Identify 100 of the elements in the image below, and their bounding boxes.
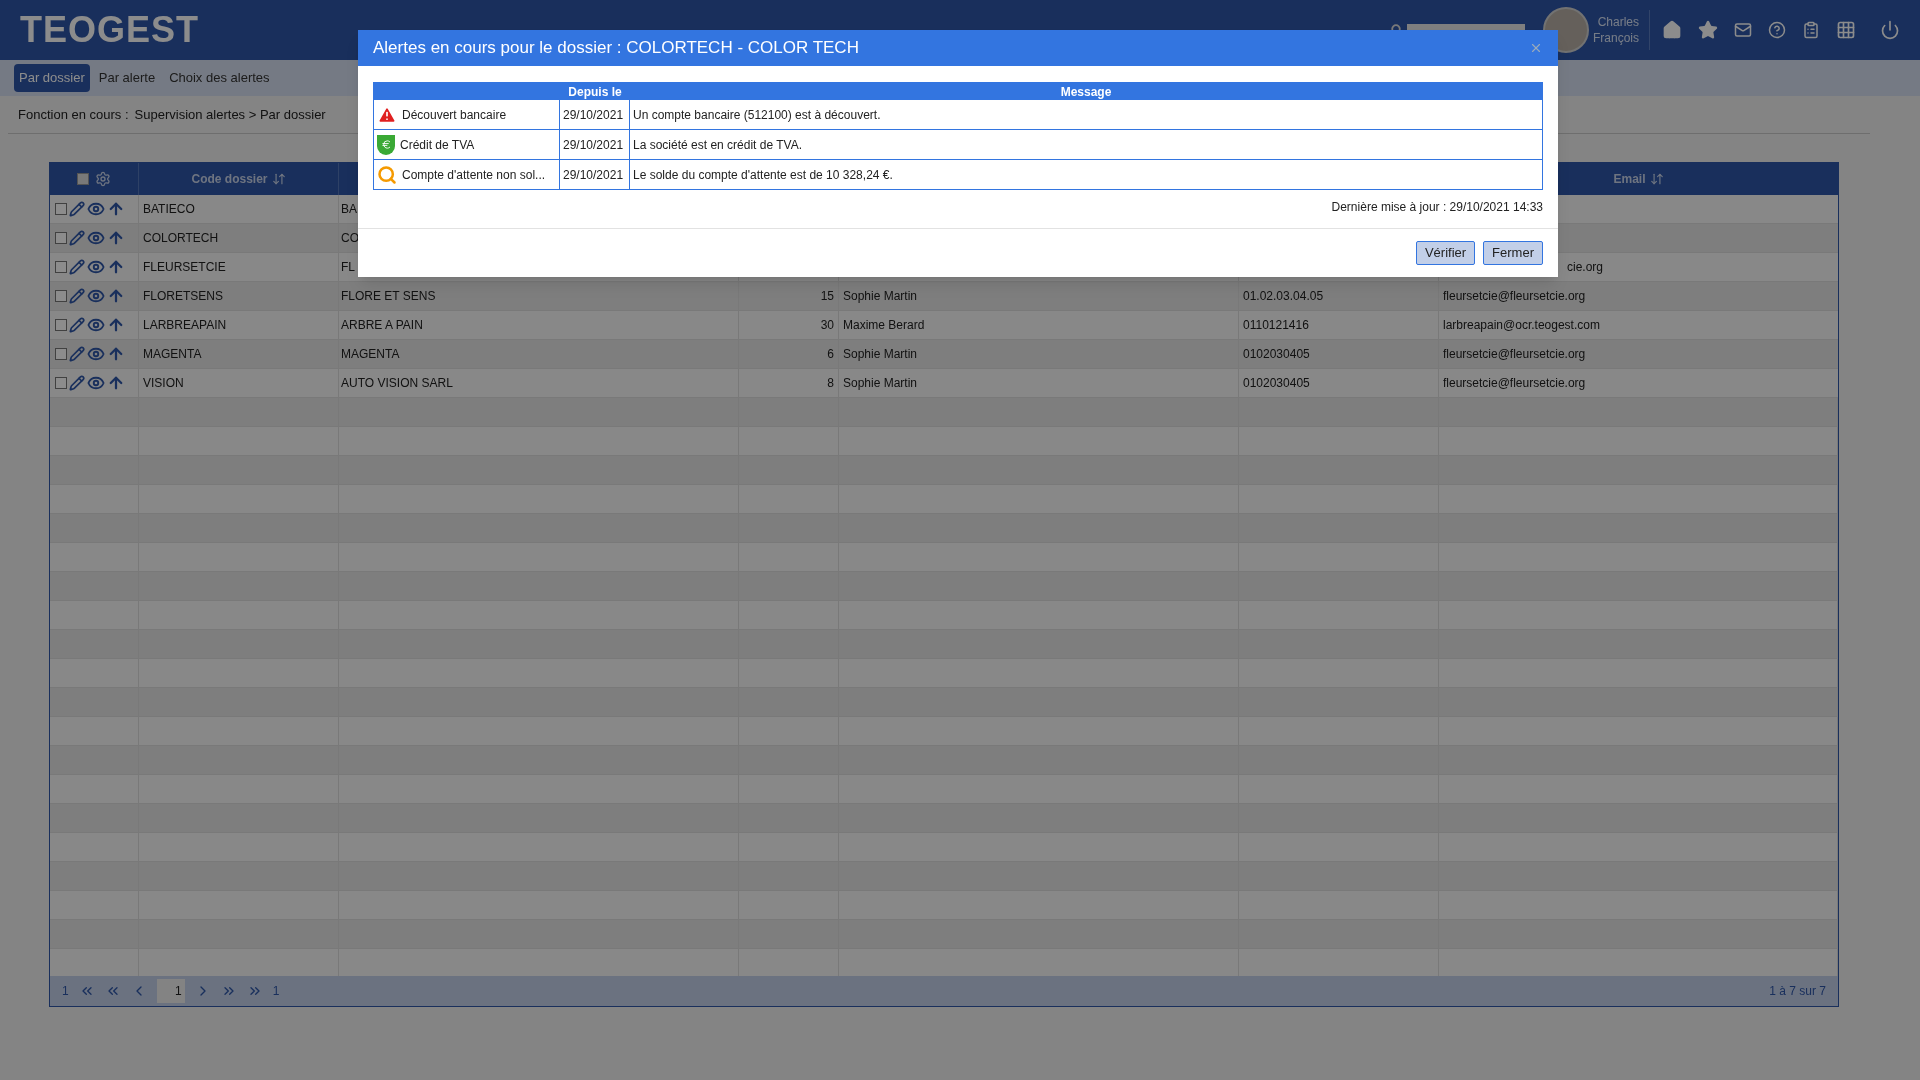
- table-cell-text: AUTO VISION SARL: [341, 375, 453, 392]
- edit-icon[interactable]: [69, 259, 85, 275]
- table-cell-text: fleursetcie@fleursetcie.org: [1443, 346, 1586, 363]
- table-cell-text: BA: [341, 201, 357, 218]
- table-cell-text: COLORTECH: [143, 230, 219, 247]
- mail-icon[interactable]: [1734, 21, 1752, 39]
- upload-icon[interactable]: [107, 287, 125, 305]
- edit-icon[interactable]: [69, 230, 85, 246]
- table-cell-text: fleursetcie@fleursetcie.org: [1443, 288, 1586, 305]
- table-cell-text: 29/10/2021: [563, 166, 624, 184]
- table-cell-text: Un compte bancaire (512100) est à découvert.: [633, 106, 881, 124]
- view-icon[interactable]: [87, 316, 105, 334]
- table-cell-text: BATIECO: [143, 201, 195, 218]
- column-header: Message: [1059, 84, 1113, 99]
- magnifier-icon: [377, 164, 397, 185]
- table-cell-text: Sophie Martin: [843, 288, 918, 305]
- edit-icon[interactable]: [69, 375, 85, 391]
- power-icon[interactable]: [1880, 20, 1900, 40]
- table-cell-text: fleursetcie@fleursetcie.org: [1443, 375, 1586, 392]
- user-first-name: Charles: [1597, 14, 1639, 30]
- table-cell-text: FLORETSENS: [143, 288, 223, 305]
- table-cell-text: Compte d'attente non sol...: [402, 166, 546, 184]
- table-cell-text: CO: [341, 230, 359, 247]
- row-checkbox[interactable]: [55, 348, 67, 360]
- view-icon[interactable]: [87, 374, 105, 392]
- table-cell-text: FLORE ET SENS: [341, 288, 436, 305]
- upload-icon[interactable]: [107, 374, 125, 392]
- table-cell-text: ARBRE A PAIN: [341, 317, 423, 334]
- record-count: 1 à 7 sur 7: [1769, 983, 1826, 1000]
- table-cell-text: Découvert bancaire: [402, 106, 507, 124]
- table-cell-text: 0102030405: [1243, 346, 1310, 363]
- upload-icon[interactable]: [107, 316, 125, 334]
- grid-icon[interactable]: [1836, 20, 1856, 40]
- breadcrumb-path: Supervision alertes > Par dossier: [134, 105, 326, 124]
- table-cell-text: cie.org: [1567, 259, 1604, 276]
- select-all-checkbox[interactable]: [77, 173, 89, 185]
- row-checkbox[interactable]: [55, 232, 67, 244]
- table-cell-text: 29/10/2021: [563, 106, 624, 124]
- logo: TEOGEST: [20, 8, 200, 52]
- table-cell-text: 0102030405: [1243, 375, 1310, 392]
- table-cell-text: Sophie Martin: [843, 375, 918, 392]
- dialog-title: Alertes en cours pour le dossier : COLORTECH - COLOR TECH: [373, 37, 859, 60]
- tab[interactable]: Par dossier: [14, 64, 90, 92]
- view-icon[interactable]: [87, 287, 105, 305]
- edit-icon[interactable]: [69, 317, 85, 333]
- upload-icon[interactable]: [107, 345, 125, 363]
- dialog-button[interactable]: Vérifier: [1415, 241, 1476, 265]
- page-field[interactable]: 1: [156, 979, 185, 1003]
- table-cell-text: 0110121416: [1243, 317, 1309, 334]
- table-cell-text: 8: [827, 375, 834, 392]
- table-cell-text: 30: [820, 317, 834, 334]
- money-bag-icon: [377, 134, 395, 155]
- table-cell-text: Le solde du compte d'attente est de 10 328,24 €.: [633, 166, 893, 184]
- edit-icon[interactable]: [69, 288, 85, 304]
- home-icon[interactable]: [1662, 20, 1682, 40]
- tab[interactable]: Choix des alertes: [164, 64, 275, 92]
- table-cell-text: 6: [827, 346, 834, 363]
- upload-icon[interactable]: [107, 258, 125, 276]
- help-icon[interactable]: [1768, 21, 1786, 39]
- gears-icon[interactable]: [95, 171, 111, 187]
- row-checkbox[interactable]: [55, 290, 67, 302]
- edit-icon[interactable]: [69, 346, 85, 362]
- dialog-button[interactable]: Fermer: [1483, 241, 1543, 265]
- table-cell-text: Sophie Martin: [843, 346, 918, 363]
- table-cell-text: LARBREAPAIN: [143, 317, 227, 334]
- table-cell-text: 15: [820, 288, 834, 305]
- column-header: Depuis le: [567, 84, 623, 99]
- column-header[interactable]: Email: [1439, 163, 1838, 195]
- first-page-number: 1: [62, 983, 69, 1000]
- row-checkbox[interactable]: [55, 319, 67, 331]
- row-checkbox[interactable]: [55, 203, 67, 215]
- table-cell-text: La société est en crédit de TVA.: [633, 136, 802, 154]
- table-cell-text: VISION: [143, 375, 184, 392]
- table-cell-text: FL: [341, 259, 355, 276]
- table-cell-text: Maxime Berard: [843, 317, 925, 334]
- tab[interactable]: Par alerte: [93, 64, 161, 92]
- sort-icon[interactable]: [1649, 172, 1664, 186]
- last-update-text: Dernière mise à jour : 29/10/2021 14:33: [1331, 199, 1543, 216]
- table-cell-text: larbreapain@ocr.teogest.com: [1443, 317, 1600, 334]
- table-cell-text: FLEURSETCIE: [143, 259, 226, 276]
- last-page-number: 1: [272, 983, 280, 1000]
- view-icon[interactable]: [87, 345, 105, 363]
- row-checkbox[interactable]: [55, 377, 67, 389]
- upload-icon[interactable]: [107, 200, 125, 218]
- view-icon[interactable]: [87, 229, 105, 247]
- view-icon[interactable]: [87, 258, 105, 276]
- row-checkbox[interactable]: [55, 261, 67, 273]
- sort-icon[interactable]: [271, 172, 286, 186]
- clipboard-icon[interactable]: [1802, 21, 1820, 39]
- breadcrumb-label: Fonction en cours :: [18, 105, 129, 124]
- user-last-name: François: [1593, 30, 1639, 46]
- table-cell-text: 29/10/2021: [563, 136, 624, 154]
- table-cell-text: 01.02.03.04.05: [1243, 288, 1324, 305]
- upload-icon[interactable]: [107, 229, 125, 247]
- view-icon[interactable]: [87, 200, 105, 218]
- table-cell-text: MAGENTA: [341, 346, 400, 363]
- star-icon[interactable]: [1698, 20, 1718, 40]
- close-icon[interactable]: [1529, 41, 1543, 55]
- table-cell-text: Crédit de TVA: [400, 136, 475, 154]
- edit-icon[interactable]: [69, 201, 85, 217]
